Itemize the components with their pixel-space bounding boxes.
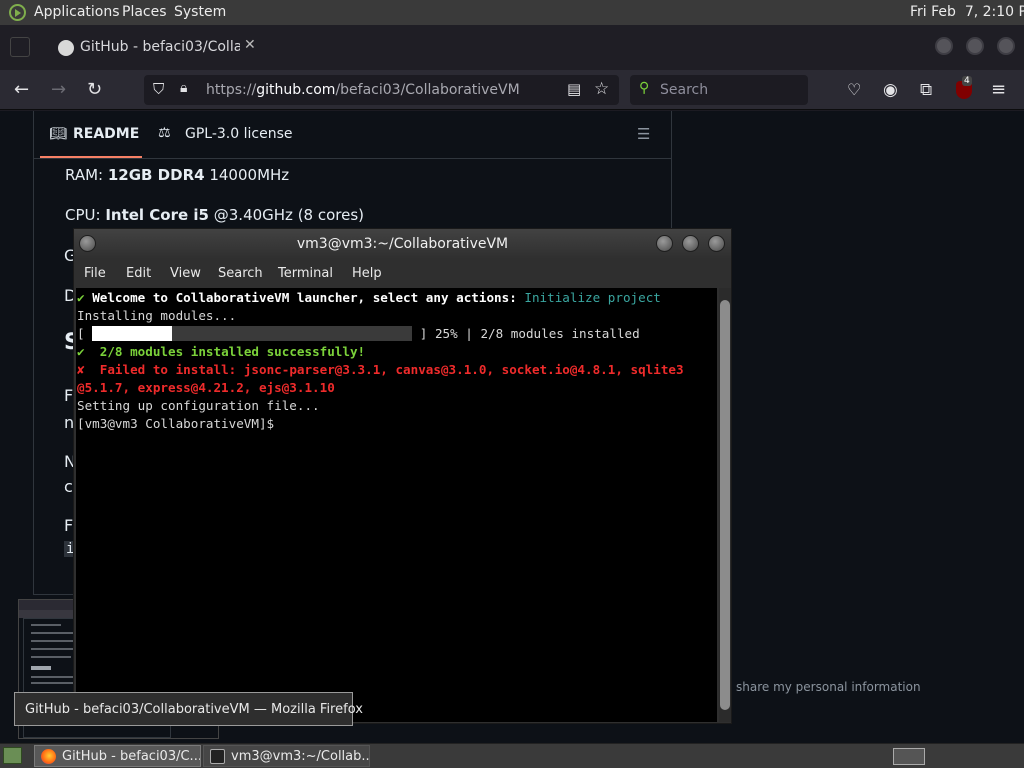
reload-icon[interactable]: ↻ <box>87 80 102 100</box>
terminal-maximize-button[interactable] <box>682 235 699 252</box>
hidden-text-fragment: F <box>64 516 74 535</box>
search-bar[interactable]: ⚲ Search <box>630 75 808 105</box>
tab-close-icon[interactable]: ✕ <box>244 37 256 53</box>
terminal-menu-file[interactable]: File <box>84 266 106 281</box>
spec-ram: RAM: 12GB DDR4 14000MHz <box>65 166 290 184</box>
menu-hamburger-icon[interactable]: ≡ <box>991 80 1006 100</box>
places-menu[interactable]: Places <box>122 4 167 20</box>
firefox-view-icon[interactable] <box>10 37 30 57</box>
footer-link[interactable]: share my personal information <box>736 680 921 694</box>
book-icon: 📖︎ <box>49 126 67 142</box>
pocket-icon[interactable]: ♡ <box>847 80 861 100</box>
terminal-menu-view[interactable]: View <box>170 266 201 281</box>
terminal-menubar: File Edit View Search Terminal Help <box>74 261 731 286</box>
system-menu[interactable]: System <box>174 4 226 20</box>
taskbar-tooltip: GitHub - befaci03/CollaborativeVM — Mozi… <box>14 692 363 726</box>
terminal-titlebar[interactable]: vm3@vm3:~/CollaborativeVM <box>74 229 731 259</box>
terminal-menu-button[interactable] <box>79 235 96 252</box>
taskbar-item-terminal[interactable]: vm3@vm3:~/Collab... <box>203 745 370 767</box>
terminal-close-button[interactable] <box>708 235 725 252</box>
show-desktop-icon[interactable] <box>3 747 22 764</box>
reader-view-icon[interactable]: ▤ <box>567 80 581 98</box>
terminal-progress-bar <box>92 326 413 341</box>
terminal-menu-edit[interactable]: Edit <box>126 266 151 281</box>
browser-tab-github[interactable]: GitHub - befaci03/Collabor ✕ <box>38 32 262 64</box>
terminal-line-progress: [ ] 25% | 2/8 modules installed <box>77 326 640 341</box>
terminal-line-config: Setting up configuration file... <box>77 398 320 413</box>
bookmark-star-icon[interactable]: ☆ <box>594 79 609 99</box>
terminal-icon <box>210 749 225 764</box>
mate-menu-icon[interactable] <box>9 4 26 21</box>
tab-readme[interactable]: README <box>73 126 139 142</box>
lock-icon[interactable]: 🔒︎ <box>180 80 187 96</box>
terminal-window[interactable]: vm3@vm3:~/CollaborativeVM File Edit View… <box>73 228 732 724</box>
desktop: Applications Places System Fri Feb 7, 2:… <box>0 0 1024 768</box>
workspace-switcher[interactable] <box>893 748 925 765</box>
terminal-minimize-button[interactable] <box>656 235 673 252</box>
url-text[interactable]: https://github.com/befaci03/Collaborativ… <box>206 82 520 98</box>
back-icon[interactable]: ← <box>14 80 29 100</box>
terminal-line-failed: ✘ Failed to install: jsonc-parser@3.3.1,… <box>77 362 684 377</box>
terminal-menu-help[interactable]: Help <box>352 266 382 281</box>
ublock-badge: 4 <box>962 76 972 86</box>
terminal-menu-search[interactable]: Search <box>218 266 263 281</box>
url-bar[interactable]: ⛉ 🔒︎ https://github.com/befaci03/Collabo… <box>144 75 619 105</box>
maximize-button[interactable] <box>966 37 984 55</box>
terminal-prompt: [vm3@vm3 CollaborativeVM]$ <box>77 416 275 431</box>
terminal-line-failed-cont: @5.1.7, express@4.21.2, ejs@3.1.10 <box>77 380 335 395</box>
tab-license[interactable]: GPL-3.0 license <box>185 126 292 142</box>
extensions-icon[interactable]: ⧉ <box>920 80 932 100</box>
forward-icon[interactable]: → <box>51 80 66 100</box>
outline-list-icon[interactable]: ☰ <box>637 125 650 143</box>
hidden-text-fragment: F <box>64 386 74 405</box>
top-panel: Applications Places System Fri Feb 7, 2:… <box>0 0 1024 25</box>
search-engine-icon[interactable]: ⚲ <box>639 80 649 96</box>
applications-menu[interactable]: Applications <box>34 4 120 20</box>
github-favicon-icon <box>58 40 74 56</box>
account-icon[interactable]: ◉ <box>883 80 898 100</box>
terminal-line-welcome: ✔ Welcome to CollaborativeVM launcher, s… <box>77 290 661 305</box>
scale-icon: ⚖ <box>158 125 171 141</box>
terminal-title: vm3@vm3:~/CollaborativeVM <box>296 236 509 252</box>
terminal-line-installing: Installing modules... <box>77 308 237 323</box>
clock[interactable]: Fri Feb 7, 2:10 PM <box>910 4 1024 20</box>
close-window-button[interactable] <box>997 37 1015 55</box>
terminal-line-success: ✔ 2/8 modules installed successfully! <box>77 344 366 359</box>
minimize-button[interactable] <box>935 37 953 55</box>
search-placeholder: Search <box>660 82 709 98</box>
terminal-menu-terminal[interactable]: Terminal <box>278 266 333 281</box>
spec-cpu: CPU: Intel Core i5 @3.40GHz (8 cores) <box>65 206 365 224</box>
terminal-output[interactable]: ✔ Welcome to CollaborativeVM launcher, s… <box>76 288 717 722</box>
taskbar-item-firefox[interactable]: GitHub - befaci03/C... <box>34 745 201 767</box>
terminal-scrollbar-thumb[interactable] <box>720 300 730 710</box>
tab-title: GitHub - befaci03/Collabor <box>80 39 240 55</box>
firefox-icon <box>41 749 56 764</box>
tab-underline <box>40 156 142 158</box>
shield-icon[interactable]: ⛉ <box>153 80 164 98</box>
terminal-scrollbar[interactable] <box>719 288 731 722</box>
hidden-text-fragment: c <box>64 477 73 496</box>
